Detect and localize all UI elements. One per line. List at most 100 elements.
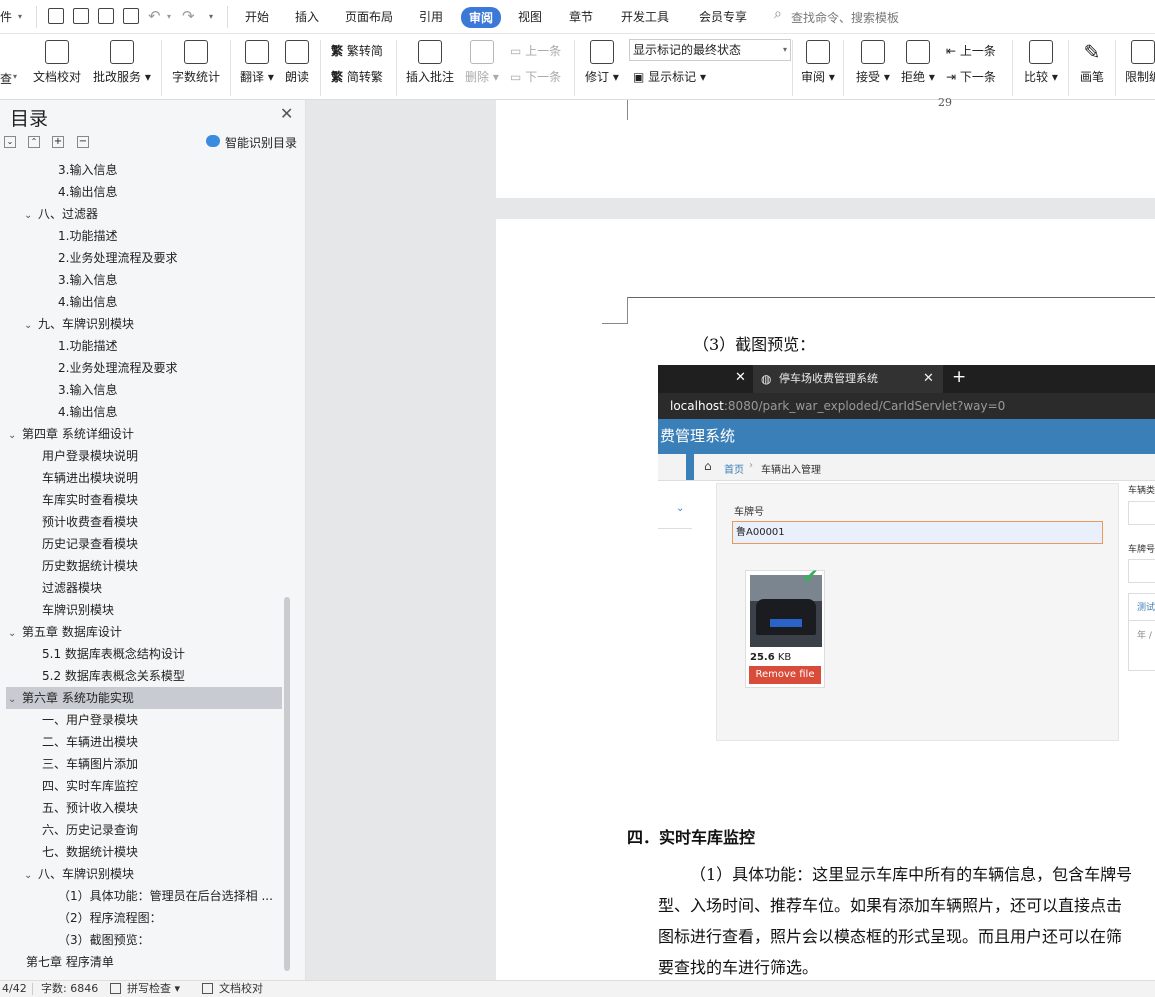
toc-item[interactable]: 用户登录模块说明 bbox=[42, 445, 138, 467]
toc-item[interactable]: 5.2 数据库表概念关系模型 bbox=[42, 665, 185, 687]
toc-item[interactable]: 3.输入信息 bbox=[58, 159, 117, 181]
toc-item[interactable]: 1.功能描述 bbox=[58, 225, 117, 247]
undo-icon[interactable]: ↶ bbox=[148, 7, 161, 25]
collapse-all-icon[interactable]: ⌄ bbox=[4, 136, 16, 148]
toc-item[interactable]: 3.输入信息 bbox=[58, 379, 117, 401]
compare-button[interactable]: 比较 ▾ bbox=[1024, 40, 1058, 85]
toc-item[interactable]: ⌄ 第五章 数据库设计 bbox=[8, 621, 122, 643]
tab-insert[interactable]: 插入 bbox=[295, 8, 319, 25]
track-changes-button[interactable]: 修订 ▾ bbox=[585, 40, 619, 85]
markup-display-select[interactable]: 显示标记的最终状态 ▾ bbox=[629, 39, 791, 61]
partial-button-label[interactable]: 查 bbox=[0, 70, 12, 87]
toc-item[interactable]: 历史记录查看模块 bbox=[42, 533, 138, 555]
toc-item[interactable]: （3）截图预览： bbox=[58, 929, 150, 951]
toc-item[interactable]: 车辆进出模块说明 bbox=[42, 467, 138, 489]
toc-item[interactable]: 历史数据统计模块 bbox=[42, 555, 138, 577]
toc-item[interactable]: （2）程序流程图： bbox=[58, 907, 162, 929]
review-pane-button[interactable]: 审阅 ▾ bbox=[801, 40, 835, 85]
chevron-down-icon[interactable]: ⌄ bbox=[8, 425, 22, 447]
toc-item[interactable]: 七、数据统计模块 bbox=[42, 841, 138, 863]
toc-item[interactable]: 六、历史记录查询 bbox=[42, 819, 138, 841]
insert-comment-button[interactable]: 插入批注 bbox=[406, 40, 454, 85]
translate-button[interactable]: 翻译 ▾ bbox=[240, 40, 274, 85]
restrict-editing-button[interactable]: 限制编 bbox=[1125, 40, 1155, 85]
file-menu[interactable]: 件 bbox=[0, 8, 12, 25]
tab-member[interactable]: 会员专享 bbox=[699, 8, 747, 25]
delete-comment-button[interactable]: 删除 ▾ bbox=[465, 40, 499, 85]
next-change-button[interactable]: ⇥ 下一条 bbox=[946, 68, 996, 85]
toc-item[interactable]: 第七章 程序清单 bbox=[26, 951, 114, 973]
batch-service-button[interactable]: 批改服务 ▾ bbox=[93, 40, 151, 85]
trad-to-simp-button[interactable]: 繁 繁转简 bbox=[331, 42, 383, 59]
toc-item[interactable]: 4.输出信息 bbox=[58, 181, 117, 203]
read-aloud-button[interactable]: 朗读 bbox=[285, 40, 309, 85]
toc-scrollbar[interactable] bbox=[284, 597, 290, 971]
reject-button[interactable]: 拒绝 ▾ bbox=[901, 40, 935, 85]
chevron-down-icon[interactable]: ▾ bbox=[18, 12, 22, 21]
toc-item[interactable]: 车牌识别模块 bbox=[42, 599, 114, 621]
checkbox-checked-icon[interactable] bbox=[110, 983, 121, 994]
toc-item[interactable]: 预计收费查看模块 bbox=[42, 511, 138, 533]
tab-developer[interactable]: 开发工具 bbox=[621, 8, 669, 25]
tab-review[interactable]: 审阅 bbox=[461, 7, 502, 28]
doc-check-status-icon[interactable] bbox=[202, 983, 213, 994]
toc-item[interactable]: ⌄ 第六章 系统功能实现 bbox=[8, 687, 134, 709]
tab-page-layout[interactable]: 页面布局 bbox=[345, 8, 393, 25]
word-count-button[interactable]: 字数统计 bbox=[172, 40, 220, 85]
simp-to-trad-button[interactable]: 繁 简转繁 bbox=[331, 68, 383, 85]
toc-item[interactable]: ⌄ 八、过滤器 bbox=[24, 203, 98, 225]
tab-home[interactable]: 开始 bbox=[245, 8, 269, 25]
accept-button[interactable]: 接受 ▾ bbox=[856, 40, 890, 85]
toc-item[interactable]: 2.业务处理流程及要求 bbox=[58, 247, 177, 269]
chevron-down-icon[interactable]: ⌄ bbox=[24, 315, 38, 337]
chevron-down-icon[interactable]: ▾ bbox=[209, 12, 213, 21]
show-markup-button[interactable]: ▣ 显示标记 ▾ bbox=[633, 68, 706, 85]
doc-check-button[interactable]: 文档校对 bbox=[33, 40, 81, 85]
chevron-down-icon[interactable]: ⌄ bbox=[8, 623, 22, 645]
tab-chapter[interactable]: 章节 bbox=[569, 8, 593, 25]
redo-icon[interactable]: ↷ bbox=[182, 7, 195, 25]
toc-item[interactable]: 4.输出信息 bbox=[58, 401, 117, 423]
smart-toc-button[interactable]: 智能识别目录 bbox=[225, 134, 297, 151]
toc-item[interactable]: 五、预计收入模块 bbox=[42, 797, 138, 819]
toc-item[interactable]: ⌄ 九、车牌识别模块 bbox=[24, 313, 134, 335]
doc-check-status[interactable]: 文档校对 bbox=[219, 981, 263, 997]
toc-item[interactable]: 二、车辆进出模块 bbox=[42, 731, 138, 753]
print-icon[interactable] bbox=[98, 8, 114, 24]
export-pdf-icon[interactable] bbox=[73, 8, 89, 24]
prev-change-button[interactable]: ⇤ 上一条 bbox=[946, 42, 996, 59]
tab-view[interactable]: 视图 bbox=[518, 8, 542, 25]
expand-icon[interactable]: ⌃ bbox=[28, 136, 40, 148]
toc-item[interactable]: 1.功能描述 bbox=[58, 335, 117, 357]
toc-item[interactable]: 车库实时查看模块 bbox=[42, 489, 138, 511]
chevron-down-icon[interactable]: ▾ bbox=[13, 72, 17, 81]
toc-item[interactable]: 2.业务处理流程及要求 bbox=[58, 357, 177, 379]
toc-item[interactable]: 过滤器模块 bbox=[42, 577, 102, 599]
close-icon[interactable]: ✕ bbox=[280, 104, 293, 123]
toc-item[interactable]: 4.输出信息 bbox=[58, 291, 117, 313]
command-search[interactable]: 查找命令、搜索模板 bbox=[791, 9, 899, 26]
remove-icon[interactable]: − bbox=[77, 136, 89, 148]
toc-item[interactable]: 四、实时车库监控 bbox=[42, 775, 138, 797]
print-preview-icon[interactable] bbox=[123, 8, 139, 24]
toc-item[interactable]: 一、用户登录模块 bbox=[42, 709, 138, 731]
toc-item[interactable]: 3.输入信息 bbox=[58, 269, 117, 291]
add-icon[interactable]: + bbox=[52, 136, 64, 148]
page-indicator[interactable]: 4/42 bbox=[2, 981, 27, 997]
word-count-status[interactable]: 字数: 6846 bbox=[41, 981, 98, 997]
toc-item[interactable]: （1）具体功能：管理员在后台选择相 ... bbox=[58, 885, 273, 907]
tab-references[interactable]: 引用 bbox=[419, 8, 443, 25]
next-comment-button[interactable]: ▭ 下一条 bbox=[510, 68, 561, 85]
prev-comment-button[interactable]: ▭ 上一条 bbox=[510, 42, 561, 59]
chevron-down-icon[interactable]: ▾ bbox=[167, 12, 171, 21]
save-icon[interactable] bbox=[48, 8, 64, 24]
toc-item[interactable]: 三、车辆图片添加 bbox=[42, 753, 138, 775]
toc-item[interactable]: ⌄ 八、车牌识别模块 bbox=[24, 863, 134, 885]
pen-button[interactable]: ✎ 画笔 bbox=[1080, 40, 1104, 85]
chevron-down-icon[interactable]: ⌄ bbox=[24, 865, 38, 887]
chevron-down-icon[interactable]: ⌄ bbox=[8, 689, 22, 711]
chevron-down-icon[interactable]: ⌄ bbox=[24, 205, 38, 227]
toc-item[interactable]: ⌄ 第四章 系统详细设计 bbox=[8, 423, 134, 445]
spell-check-status[interactable]: 拼写检查 ▾ bbox=[127, 981, 180, 997]
toc-item[interactable]: 5.1 数据库表概念结构设计 bbox=[42, 643, 185, 665]
